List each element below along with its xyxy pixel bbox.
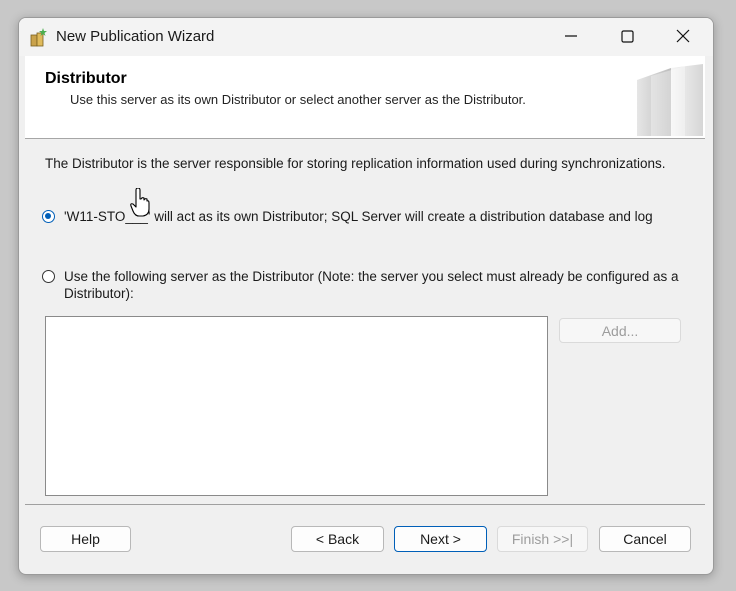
close-button[interactable] [655,18,711,54]
distributor-description: The Distributor is the server responsibl… [45,156,666,171]
add-server-button[interactable]: Add... [559,318,681,343]
page-subtitle: Use this server as its own Distributor o… [70,92,526,107]
back-button[interactable]: < Back [291,526,384,552]
minimize-icon [565,35,577,37]
hand-pointer-icon [130,188,150,217]
next-button[interactable]: Next > [394,526,487,552]
wizard-window: New Publication Wizard Distributor Use t… [18,17,714,575]
title-bar: New Publication Wizard [19,18,713,56]
finish-button[interactable]: Finish >>| [497,526,588,552]
page-title: Distributor [45,70,127,87]
minimize-button[interactable] [543,18,599,54]
wizard-content: The Distributor is the server responsibl… [19,139,713,504]
close-icon [676,29,690,43]
help-button[interactable]: Help [40,526,131,552]
footer-separator [25,504,705,505]
other-distributor-radio[interactable] [42,270,55,283]
wizard-book-graphic [637,64,703,136]
cancel-button[interactable]: Cancel [599,526,691,552]
maximize-button[interactable] [599,18,655,54]
wizard-app-icon [30,28,47,47]
wizard-header: Distributor Use this server as its own D… [25,56,705,139]
self-distributor-label[interactable]: 'W11-STO___' will act as its own Distrib… [64,208,694,225]
self-distributor-radio[interactable] [42,210,55,223]
maximize-icon [620,29,634,43]
window-title: New Publication Wizard [56,28,215,45]
other-distributor-label[interactable]: Use the following server as the Distribu… [64,268,694,302]
distributor-server-list[interactable] [45,316,548,496]
